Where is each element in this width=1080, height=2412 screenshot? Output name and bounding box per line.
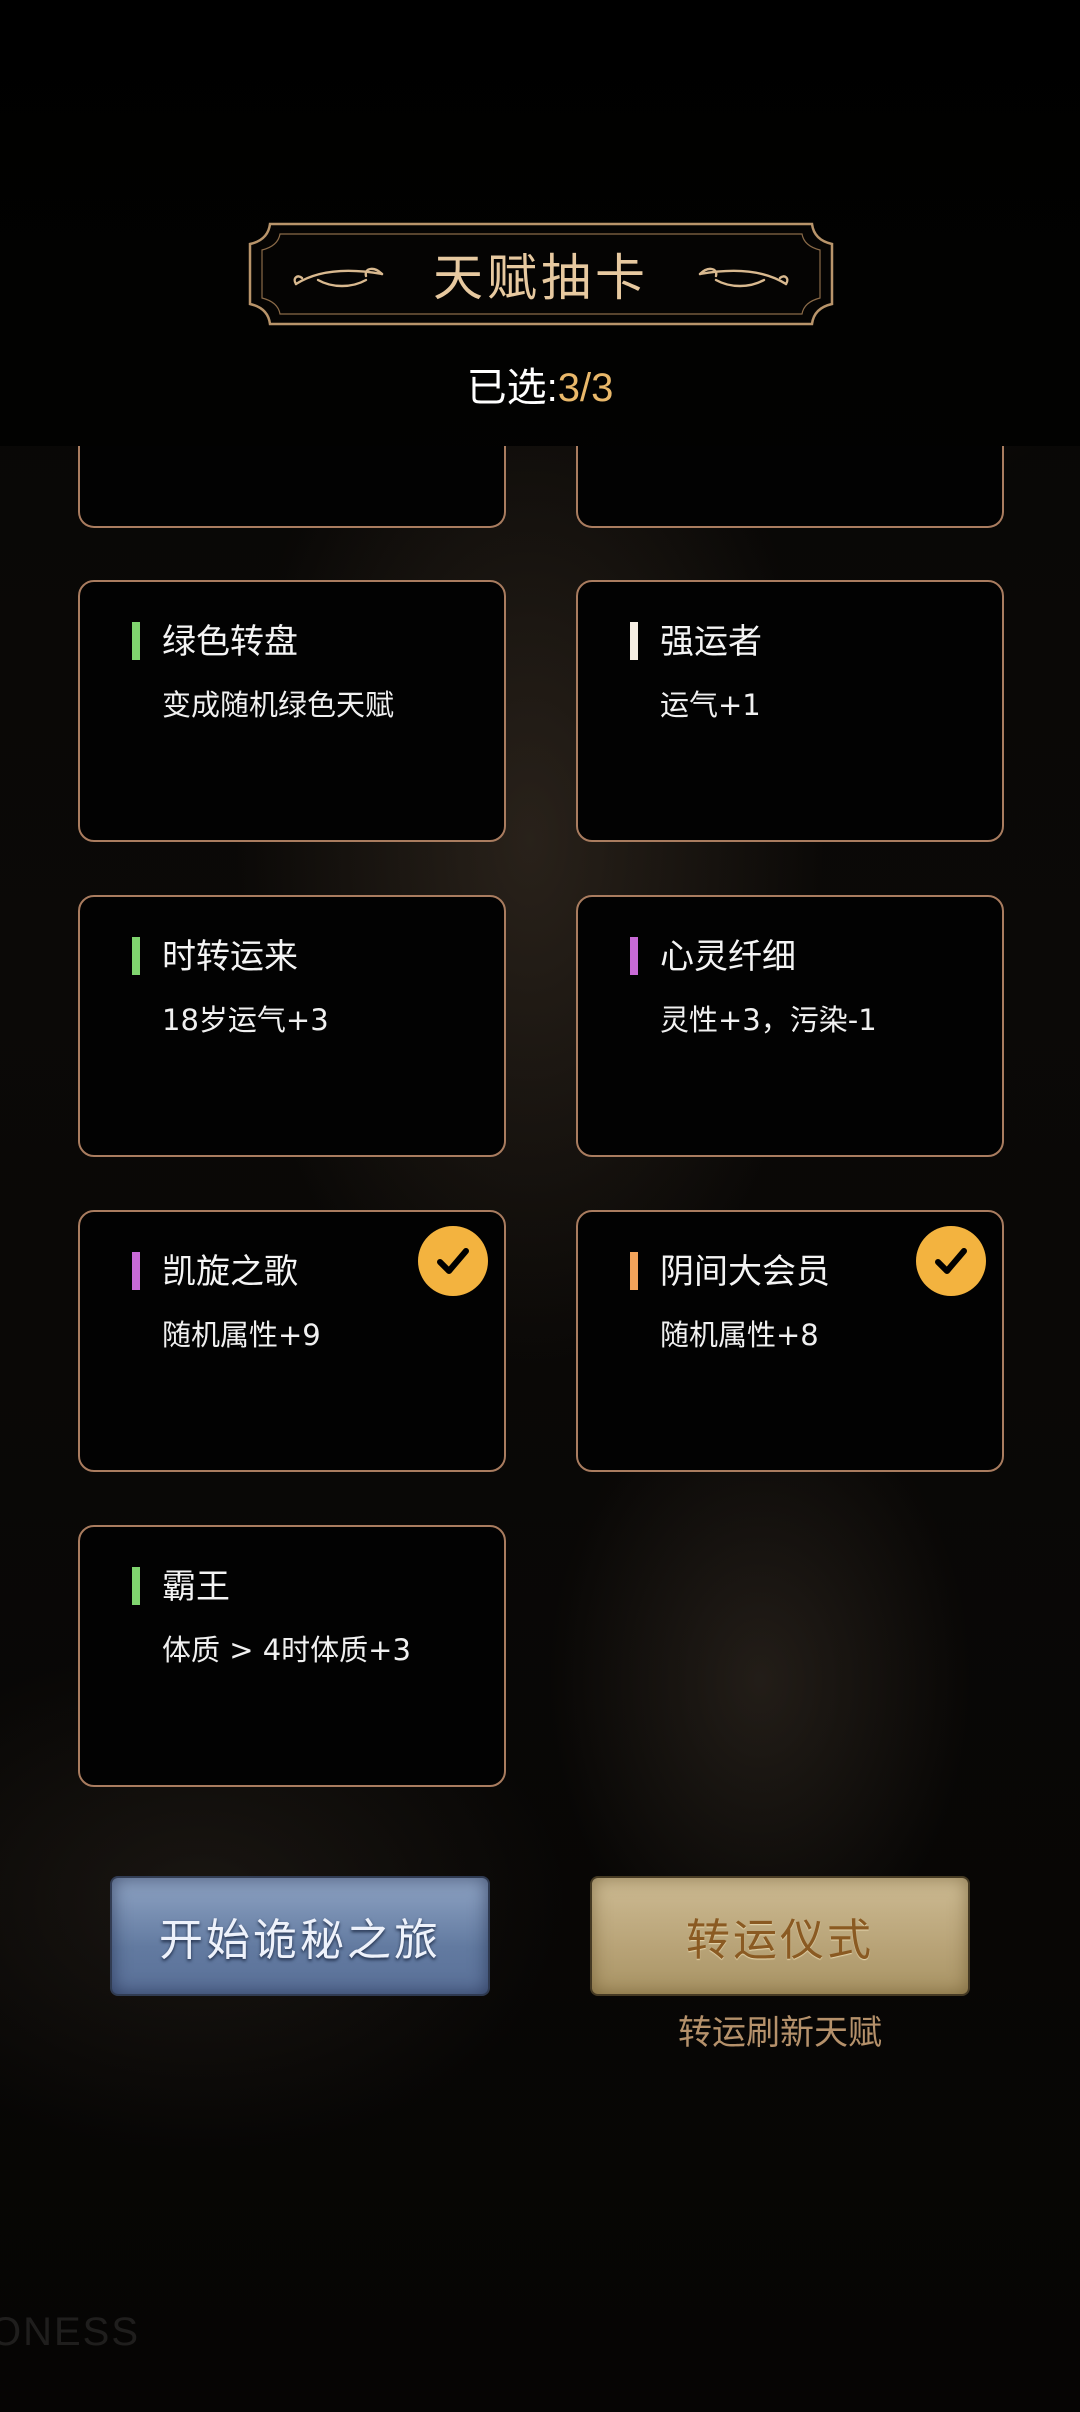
talent-name: 凯旋之歌 (162, 1252, 298, 1292)
rarity-bar (630, 1252, 638, 1290)
talent-card-partial[interactable] (78, 446, 506, 528)
talent-desc: 随机属性+8 (660, 1318, 819, 1352)
talent-name: 强运者 (660, 622, 762, 662)
fortune-ritual-button[interactable]: 转运仪式 (592, 1878, 968, 1994)
talent-desc: 变成随机绿色天赋 (162, 688, 395, 722)
page-title: 天赋抽卡 (433, 249, 649, 307)
talent-card[interactable]: 绿色转盘 变成随机绿色天赋 (78, 580, 506, 842)
talent-card-selected[interactable]: 凯旋之歌 随机属性+9 (78, 1210, 506, 1472)
title-banner: 天赋抽卡 (248, 222, 834, 326)
rarity-bar (132, 1252, 140, 1290)
fortune-ritual-caption: 转运刷新天赋 (678, 2013, 882, 2053)
talent-name: 时转运来 (162, 937, 298, 977)
talent-card[interactable]: 霸王 体质 > 4时体质+3 (78, 1525, 506, 1787)
talent-name: 霸王 (162, 1567, 230, 1607)
talent-name: 阴间大会员 (660, 1252, 830, 1292)
talent-desc: 随机属性+9 (162, 1318, 321, 1352)
rarity-bar (132, 1567, 140, 1605)
checkmark-icon (418, 1226, 488, 1296)
watermark-text: ONESS (0, 2310, 141, 2354)
talent-desc: 体质 > 4时体质+3 (162, 1633, 411, 1667)
rarity-bar (630, 937, 638, 975)
selected-label: 已选: (466, 366, 558, 410)
talent-card[interactable]: 强运者 运气+1 (576, 580, 1004, 842)
talent-desc: 18岁运气+3 (162, 1003, 329, 1037)
rarity-bar (132, 622, 140, 660)
talent-desc: 灵性+3，污染-1 (660, 1003, 877, 1037)
talent-card-selected[interactable]: 阴间大会员 随机属性+8 (576, 1210, 1004, 1472)
talent-name: 心灵纤细 (660, 937, 796, 977)
selection-counter: 已选:3/3 (0, 355, 1080, 415)
talent-card-partial[interactable] (576, 446, 1004, 528)
start-journey-button[interactable]: 开始诡秘之旅 (112, 1878, 488, 1994)
talent-name: 绿色转盘 (162, 622, 298, 662)
talent-card[interactable]: 时转运来 18岁运气+3 (78, 895, 506, 1157)
checkmark-icon (916, 1226, 986, 1296)
talent-card[interactable]: 心灵纤细 灵性+3，污染-1 (576, 895, 1004, 1157)
talent-desc: 运气+1 (660, 688, 761, 722)
selected-count: 3/3 (557, 366, 614, 410)
rarity-bar (630, 622, 638, 660)
rarity-bar (132, 937, 140, 975)
